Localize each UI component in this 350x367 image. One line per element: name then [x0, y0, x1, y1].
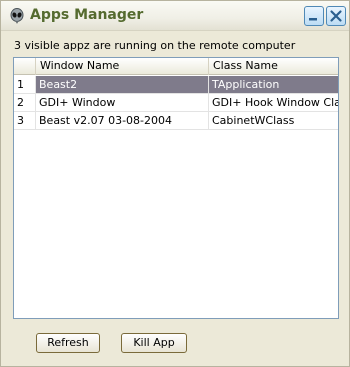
close-button[interactable]	[326, 6, 346, 26]
table-row[interactable]: 2 GDI+ Window GDI+ Hook Window Class	[14, 94, 338, 112]
list-header: Window Name Class Name	[14, 58, 338, 75]
refresh-button[interactable]: Refresh	[36, 333, 100, 353]
row-class-name: TApplication	[209, 76, 338, 93]
row-class-name: GDI+ Hook Window Class	[212, 96, 338, 109]
row-window-name: Beast2	[36, 76, 209, 93]
close-icon	[330, 10, 342, 22]
row-index: 3	[14, 112, 36, 129]
kill-app-button[interactable]: Kill App	[121, 333, 187, 353]
column-header-class-name[interactable]: Class Name	[209, 58, 338, 75]
title-bar[interactable]: Apps Manager	[1, 1, 349, 31]
apps-manager-window: Apps Manager 3 visible appz are running …	[0, 0, 350, 367]
window-title: Apps Manager	[30, 7, 144, 23]
minimize-icon	[309, 18, 317, 21]
apps-list[interactable]: Window Name Class Name 1 Beast2 TApplica…	[13, 57, 339, 319]
column-header-window-name[interactable]: Window Name	[36, 58, 209, 75]
status-text: 3 visible appz are running on the remote…	[14, 39, 296, 52]
minimize-button[interactable]	[304, 6, 324, 26]
table-row[interactable]: 1 Beast2 TApplication	[14, 76, 338, 94]
row-window-name: GDI+ Window	[36, 94, 209, 111]
row-class-name: CabinetWClass	[212, 114, 295, 127]
row-index: 1	[14, 76, 36, 93]
row-window-name: Beast v2.07 03-08-2004	[36, 112, 209, 129]
row-index: 2	[14, 94, 36, 111]
table-row[interactable]: 3 Beast v2.07 03-08-2004 CabinetWClass	[14, 112, 338, 130]
alien-head-icon	[9, 8, 25, 24]
column-header-index[interactable]	[14, 58, 36, 75]
